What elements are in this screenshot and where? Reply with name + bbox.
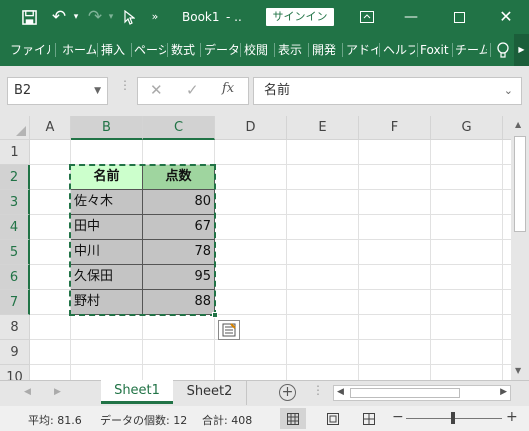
- signin-button[interactable]: サインイン: [266, 8, 334, 26]
- tab-addins[interactable]: アドイ: [346, 41, 378, 59]
- tab-file[interactable]: ファイル: [10, 41, 50, 59]
- tab-separator: [240, 43, 241, 57]
- insert-function-icon[interactable]: fx: [222, 81, 234, 96]
- ribbon-scroll-right-icon[interactable]: ▶: [514, 34, 529, 66]
- workbook-title: Book1: [182, 10, 220, 24]
- tab-separator: [274, 43, 275, 57]
- formula-value: 名前: [264, 83, 291, 98]
- name-box[interactable]: B2 ▼: [7, 77, 108, 105]
- expand-formula-bar-icon[interactable]: ⌄: [504, 78, 513, 104]
- tab-team[interactable]: チーム: [455, 41, 487, 59]
- tab-separator: [490, 43, 491, 57]
- add-sheet-button[interactable]: +: [279, 384, 296, 401]
- tab-home[interactable]: ホーム: [62, 41, 96, 59]
- status-sum: 合計: 408: [202, 414, 253, 427]
- horizontal-scroll-thumb[interactable]: [350, 388, 460, 398]
- tab-developer[interactable]: 開発: [312, 41, 340, 59]
- enter-icon[interactable]: ✓: [186, 81, 199, 99]
- formula-buttons: ✕ ✓ fx: [137, 77, 249, 105]
- sheet-tab-bar: ◀ ▶ Sheet1 Sheet2 + ⋮ ◀ ▶: [0, 380, 529, 406]
- formula-bar-grip-icon[interactable]: ⋮: [119, 79, 131, 100]
- normal-view-icon: [287, 413, 299, 425]
- status-average: 平均: 81.6: [28, 414, 82, 427]
- page-layout-view-button[interactable]: [322, 408, 344, 429]
- normal-view-button[interactable]: [280, 408, 306, 429]
- scroll-left-icon[interactable]: ◀: [337, 387, 344, 397]
- prev-sheet-icon[interactable]: ◀: [24, 387, 31, 397]
- tab-foxit[interactable]: Foxit: [420, 41, 452, 59]
- tab-separator: [452, 43, 453, 57]
- tab-formulas[interactable]: 数式: [171, 41, 199, 59]
- page-break-icon: [363, 413, 375, 425]
- more-commands-icon[interactable]: »: [146, 0, 164, 34]
- save-icon[interactable]: [16, 0, 42, 38]
- scroll-up-icon[interactable]: ▲: [515, 120, 521, 129]
- tab-separator: [342, 43, 343, 57]
- quick-analysis-button[interactable]: [218, 320, 240, 340]
- minimize-icon[interactable]: —: [400, 0, 422, 34]
- name-box-dropdown-icon[interactable]: ▼: [94, 78, 101, 104]
- tab-separator: [167, 43, 168, 57]
- title-bar: ↶ ▾ ↷ ▾ » Book1 - .. サインイン — ✕: [0, 0, 529, 34]
- ribbon-display-options-icon[interactable]: [356, 0, 378, 36]
- lightbulb-icon[interactable]: [497, 42, 511, 60]
- quick-analysis-icon: [222, 323, 236, 337]
- worksheet-grid[interactable]: A B C D E F G 1 2 3 4 5 6 7 8 9 10 名前 点数…: [0, 116, 511, 380]
- copy-selection-border: [69, 164, 216, 316]
- redo-dropdown-icon: ▾: [108, 12, 114, 22]
- tab-help[interactable]: ヘルプ: [383, 41, 415, 59]
- horizontal-scrollbar[interactable]: ◀ ▶: [333, 385, 511, 401]
- cancel-icon[interactable]: ✕: [150, 81, 163, 99]
- maximize-icon[interactable]: [448, 0, 470, 36]
- page-layout-icon: [327, 413, 339, 425]
- name-box-value: B2: [14, 83, 32, 98]
- vertical-scrollbar[interactable]: ▲ ▼: [511, 116, 529, 380]
- tab-split-grip-icon[interactable]: ⋮: [312, 383, 324, 397]
- fill-handle[interactable]: [212, 312, 218, 318]
- undo-dropdown-icon[interactable]: ▾: [70, 0, 82, 34]
- tab-separator: [379, 43, 380, 57]
- tab-separator: [97, 43, 98, 57]
- tab-separator: [308, 43, 309, 57]
- zoom-in-icon[interactable]: +: [506, 409, 518, 425]
- scroll-right-icon[interactable]: ▶: [500, 387, 507, 397]
- tab-separator: [131, 43, 132, 57]
- tab-view[interactable]: 表示: [278, 41, 306, 59]
- zoom-out-icon[interactable]: −: [392, 409, 404, 425]
- vertical-scroll-thumb[interactable]: [514, 136, 526, 232]
- scroll-down-icon[interactable]: ▼: [515, 366, 521, 375]
- title-suffix: - ..: [226, 10, 242, 24]
- page-break-view-button[interactable]: [358, 408, 380, 429]
- tab-separator: [200, 43, 201, 57]
- tab-page-layout[interactable]: ページ: [134, 41, 166, 59]
- sheet-tab-sheet2[interactable]: Sheet2: [173, 381, 247, 405]
- status-count: データの個数: 12: [100, 414, 188, 427]
- undo-icon[interactable]: ↶: [48, 0, 70, 34]
- ribbon-tabs: ファイル ホーム 挿入 ページ 数式 データ 校閲 表示 開発 アドイ ヘルプ …: [0, 34, 529, 66]
- formula-input[interactable]: 名前 ⌄: [253, 77, 522, 105]
- redo-icon: ↷: [87, 7, 103, 27]
- next-sheet-icon[interactable]: ▶: [54, 387, 61, 397]
- tab-insert[interactable]: 挿入: [101, 41, 129, 59]
- zoom-slider-thumb[interactable]: [451, 412, 455, 424]
- tab-data[interactable]: データ: [204, 41, 238, 59]
- tab-separator: [55, 43, 56, 57]
- tab-review[interactable]: 校閲: [244, 41, 272, 59]
- sheet-tab-sheet1[interactable]: Sheet1: [101, 380, 173, 404]
- close-icon[interactable]: ✕: [495, 0, 517, 34]
- tab-separator: [417, 43, 418, 57]
- cursor-icon[interactable]: [120, 0, 138, 38]
- status-bar: 平均: 81.6 データの個数: 12 合計: 408 − +: [0, 406, 529, 431]
